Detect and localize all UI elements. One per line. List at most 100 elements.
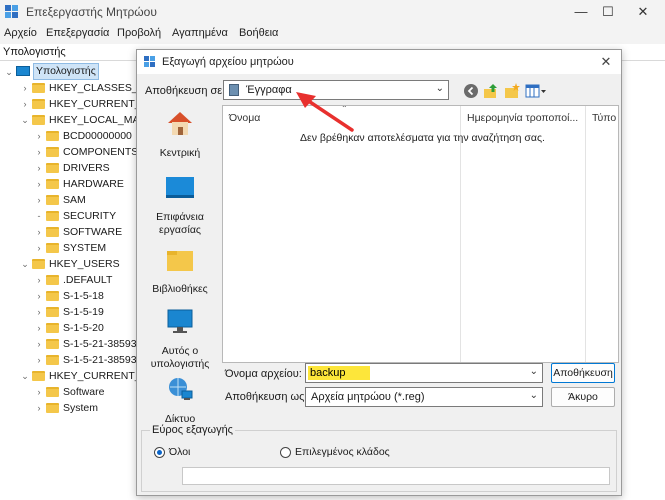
folder-icon <box>32 259 45 269</box>
view-menu-icon[interactable] <box>525 83 547 99</box>
place-this-pc[interactable]: Αυτός ο υπολογιστής <box>145 307 215 371</box>
sort-caret-icon: ⌃ <box>341 105 348 113</box>
maximize-button[interactable]: ☐ <box>597 3 619 21</box>
save-in-dropdown[interactable]: Έγγραφα ⌄ <box>223 80 449 100</box>
computer-icon <box>16 66 30 76</box>
cancel-button[interactable]: Άκυρο <box>551 387 615 407</box>
menu-bar: Αρχείο Επεξεργασία Προβολή Αγαπημένα Βοή… <box>0 24 665 44</box>
menu-help[interactable]: Βοήθεια <box>239 27 278 39</box>
folder-icon <box>46 227 59 237</box>
column-header-name[interactable]: Όνομα <box>229 112 260 124</box>
chevron-right-icon[interactable]: › <box>34 160 44 176</box>
places-bar: Κεντρική Επιφάνεια εργασίας Βιβλιοθήκες … <box>145 107 215 425</box>
chevron-right-icon[interactable]: › <box>34 176 44 192</box>
save-in-value: Έγγραφα <box>246 84 292 96</box>
radio-selected-branch[interactable] <box>280 447 291 458</box>
chevron-right-icon[interactable]: › <box>20 96 30 112</box>
chevron-right-icon[interactable]: › <box>34 288 44 304</box>
chevron-right-icon[interactable]: › <box>34 128 44 144</box>
dialog-title: Εξαγωγή αρχείου μητρώου <box>162 56 294 68</box>
tree-line: - <box>37 211 41 221</box>
filetype-label: Αποθήκευση ως: <box>225 391 308 403</box>
folder-icon <box>32 83 45 93</box>
place-desktop[interactable]: Επιφάνεια εργασίας <box>145 175 215 237</box>
selected-branch-input[interactable] <box>182 467 610 485</box>
dialog-close-button[interactable]: ✕ <box>597 53 615 71</box>
export-range-group: Εύρος εξαγωγής Όλοι Επιλεγμένος κλάδος <box>141 424 617 492</box>
folder-icon <box>46 147 59 157</box>
filename-field[interactable]: ⌄ <box>305 363 543 383</box>
folder-icon <box>46 195 59 205</box>
folder-icon <box>32 371 45 381</box>
chevron-down-icon[interactable]: ⌄ <box>530 390 538 401</box>
radio-all-label[interactable]: Όλοι <box>169 446 190 458</box>
registry-tree: ⌄ Υπολογιστής ›HKEY_CLASSES_RO ›HKEY_CUR… <box>0 62 140 500</box>
chevron-down-icon[interactable]: ⌄ <box>20 112 30 128</box>
address-text: Υπολογιστής <box>3 46 66 58</box>
chevron-right-icon[interactable]: › <box>34 336 44 352</box>
chevron-right-icon[interactable]: › <box>34 384 44 400</box>
chevron-down-icon[interactable]: ⌄ <box>530 366 538 377</box>
minimize-button[interactable]: — <box>570 3 592 21</box>
regedit-icon <box>5 5 18 18</box>
folder-icon <box>46 307 59 317</box>
menu-favorites[interactable]: Αγαπημένα <box>172 27 228 39</box>
menu-view[interactable]: Προβολή <box>117 27 161 39</box>
up-folder-icon[interactable] <box>483 83 499 99</box>
folder-icon <box>46 355 59 365</box>
filetype-dropdown[interactable]: Αρχεία μητρώου (*.reg) ⌄ <box>305 387 543 407</box>
folder-icon <box>32 99 45 109</box>
home-icon <box>168 112 192 135</box>
folder-icon <box>46 131 59 141</box>
libraries-icon <box>167 251 193 271</box>
menu-edit[interactable]: Επεξεργασία <box>46 27 109 39</box>
chevron-down-icon[interactable]: ⌄ <box>4 64 14 80</box>
chevron-down-icon[interactable]: ⌄ <box>436 83 444 94</box>
chevron-right-icon[interactable]: › <box>34 400 44 416</box>
column-divider[interactable] <box>460 106 461 362</box>
chevron-right-icon[interactable]: › <box>34 192 44 208</box>
place-libraries[interactable]: Βιβλιοθήκες <box>145 247 215 296</box>
folder-icon <box>46 275 59 285</box>
place-home[interactable]: Κεντρική <box>145 107 215 160</box>
chevron-right-icon[interactable]: › <box>34 240 44 256</box>
filename-label: Όνομα αρχείου: <box>225 368 302 380</box>
radio-selected-branch-label[interactable]: Επιλεγμένος κλάδος <box>295 446 390 458</box>
folder-icon <box>32 115 45 125</box>
save-button[interactable]: Αποθήκευση <box>551 363 615 383</box>
folder-icon <box>46 291 59 301</box>
export-range-title: Εύρος εξαγωγής <box>150 424 235 436</box>
chevron-right-icon[interactable]: › <box>34 320 44 336</box>
folder-icon <box>46 387 59 397</box>
empty-list-message: Δεν βρέθηκαν αποτελέσματα για την αναζήτ… <box>300 132 545 144</box>
menu-file[interactable]: Αρχείο <box>4 27 37 39</box>
folder-icon <box>46 243 59 253</box>
dialog-title-bar: Εξαγωγή αρχείου μητρώου ✕ <box>137 50 621 74</box>
back-icon[interactable] <box>463 83 479 99</box>
chevron-right-icon[interactable]: › <box>34 352 44 368</box>
column-header-type[interactable]: Τύπο <box>592 112 616 124</box>
chevron-right-icon[interactable]: › <box>34 224 44 240</box>
close-button[interactable]: ✕ <box>632 3 654 21</box>
chevron-right-icon[interactable]: › <box>34 304 44 320</box>
desktop-icon <box>166 177 194 198</box>
column-header-date[interactable]: Ημερομηνία τροποποί... <box>467 112 578 124</box>
regedit-icon <box>144 56 155 67</box>
chevron-right-icon[interactable]: › <box>34 144 44 160</box>
export-dialog: Εξαγωγή αρχείου μητρώου ✕ Αποθήκευση σε:… <box>136 49 622 496</box>
chevron-down-icon[interactable]: ⌄ <box>20 256 30 272</box>
chevron-right-icon[interactable]: › <box>34 272 44 288</box>
folder-icon <box>46 403 59 413</box>
place-network[interactable]: Δίκτυο <box>145 375 215 426</box>
folder-icon <box>46 163 59 173</box>
documents-icon <box>229 84 239 96</box>
chevron-right-icon[interactable]: › <box>20 80 30 96</box>
chevron-down-icon[interactable]: ⌄ <box>20 368 30 384</box>
folder-icon <box>46 179 59 189</box>
filename-input[interactable] <box>308 366 370 380</box>
column-divider[interactable] <box>585 106 586 362</box>
new-folder-icon[interactable] <box>504 83 520 99</box>
file-list[interactable]: ⌃ Όνομα Ημερομηνία τροποποί... Τύπο Δεν … <box>222 105 619 363</box>
radio-all[interactable] <box>154 447 165 458</box>
title-bar: Επεξεργαστής Μητρώου — ☐ ✕ <box>0 0 665 24</box>
